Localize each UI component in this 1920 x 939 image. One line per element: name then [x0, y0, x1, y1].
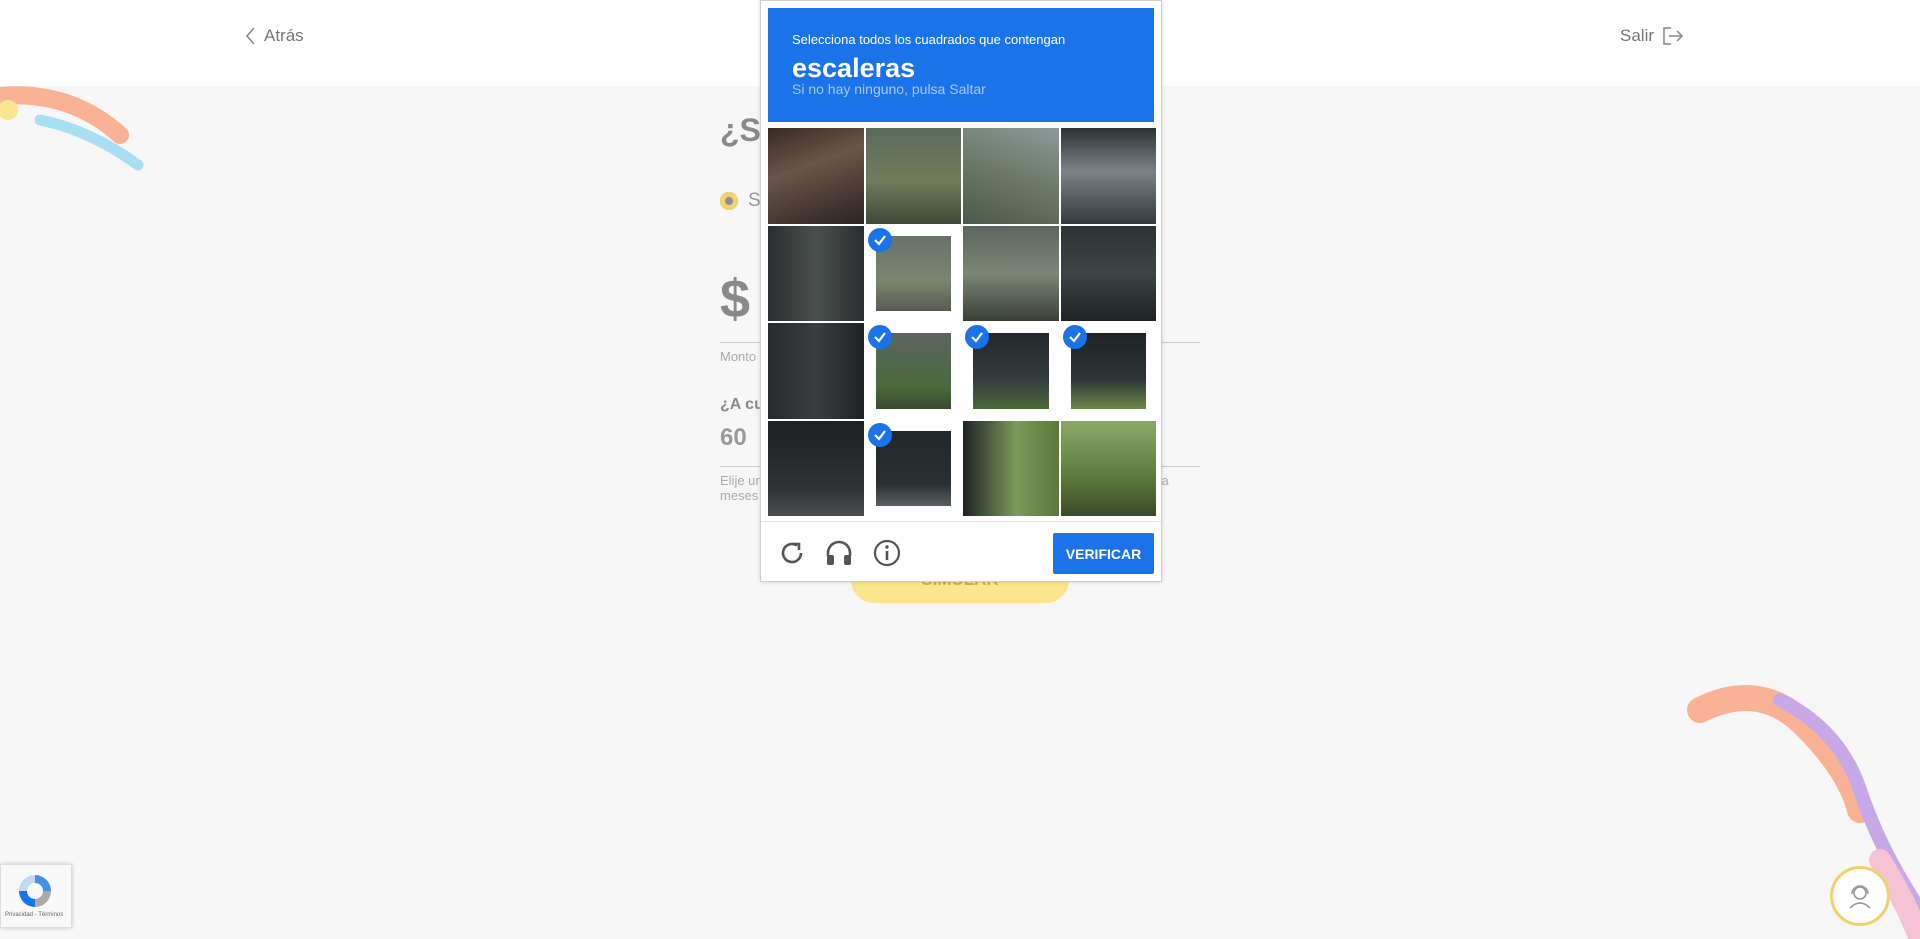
captcha-tile[interactable] — [963, 128, 1059, 224]
amount-help-text: Monto — [720, 349, 757, 364]
decoration-top-left — [0, 86, 144, 171]
radio-option[interactable]: S — [720, 190, 761, 212]
captcha-tile[interactable] — [963, 420, 1059, 516]
checkmark-icon — [1062, 325, 1087, 349]
captcha-tile-image — [963, 420, 1059, 516]
captcha-tile-grid — [768, 128, 1156, 516]
captcha-instruction: Selecciona todos los cuadrados que conte… — [792, 32, 1066, 47]
captcha-tile-image — [1060, 128, 1156, 224]
reload-icon[interactable] — [777, 538, 807, 568]
captcha-tile-image — [768, 128, 864, 224]
captcha-tile[interactable] — [963, 323, 1059, 419]
captcha-tile[interactable] — [768, 420, 864, 516]
amount-currency-sign: $ — [720, 269, 751, 329]
verify-button[interactable]: VERIFICAR — [1053, 533, 1154, 574]
captcha-tile[interactable] — [1060, 225, 1156, 321]
captcha-tile-image — [768, 420, 864, 516]
checkmark-icon — [867, 325, 892, 349]
headphones-icon[interactable] — [824, 538, 854, 568]
checkmark-icon — [965, 325, 989, 349]
recaptcha-badge-text: Privacidad - Términos — [5, 912, 64, 918]
captcha-tile[interactable] — [865, 323, 961, 419]
radio-button[interactable] — [720, 192, 738, 210]
captcha-tile[interactable] — [865, 128, 961, 224]
back-link[interactable]: Atrás — [244, 26, 304, 46]
captcha-tile[interactable] — [963, 225, 1059, 321]
captcha-tile[interactable] — [1060, 128, 1156, 224]
captcha-tile[interactable] — [865, 420, 961, 516]
radio-label: S — [748, 190, 761, 211]
captcha-tile[interactable] — [1060, 323, 1156, 419]
captcha-tile[interactable] — [768, 128, 864, 224]
recaptcha-badge[interactable]: Privacidad - Términos — [0, 864, 72, 928]
captcha-header: Selecciona todos los cuadrados que conte… — [768, 8, 1154, 122]
captcha-tile[interactable] — [865, 225, 961, 321]
captcha-tile-image — [1060, 420, 1156, 516]
checkmark-icon — [867, 422, 892, 447]
captcha-footer: VERIFICAR — [761, 521, 1161, 582]
captcha-tile[interactable] — [768, 323, 864, 419]
checkmark-icon — [867, 227, 892, 252]
exit-link[interactable]: Salir — [1620, 26, 1684, 46]
captcha-tile-image — [865, 128, 961, 224]
captcha-tile-image — [1060, 225, 1156, 321]
assistant-button[interactable] — [1830, 866, 1890, 926]
support-agent-icon — [1849, 885, 1871, 909]
info-icon[interactable] — [872, 538, 902, 568]
captcha-target: escaleras — [792, 53, 916, 83]
recaptcha-logo-icon — [19, 875, 51, 907]
months-question: ¿A cu — [720, 396, 764, 413]
captcha-tile-image — [963, 128, 1059, 224]
logout-icon — [1663, 27, 1684, 45]
captcha-tile-image — [768, 225, 864, 321]
captcha-subtitle: Si no hay ninguno, pulsa Saltar — [792, 81, 986, 97]
months-input[interactable]: 60 — [720, 424, 747, 452]
captcha-tile-image — [963, 225, 1059, 321]
captcha-challenge: Selecciona todos los cuadrados que conte… — [760, 0, 1162, 582]
captcha-tile[interactable] — [1060, 420, 1156, 516]
back-label: Atrás — [264, 26, 304, 45]
exit-label: Salir — [1620, 26, 1655, 45]
captcha-tile-image — [768, 323, 864, 419]
captcha-tile[interactable] — [768, 225, 864, 321]
chevron-left-icon — [245, 27, 255, 45]
